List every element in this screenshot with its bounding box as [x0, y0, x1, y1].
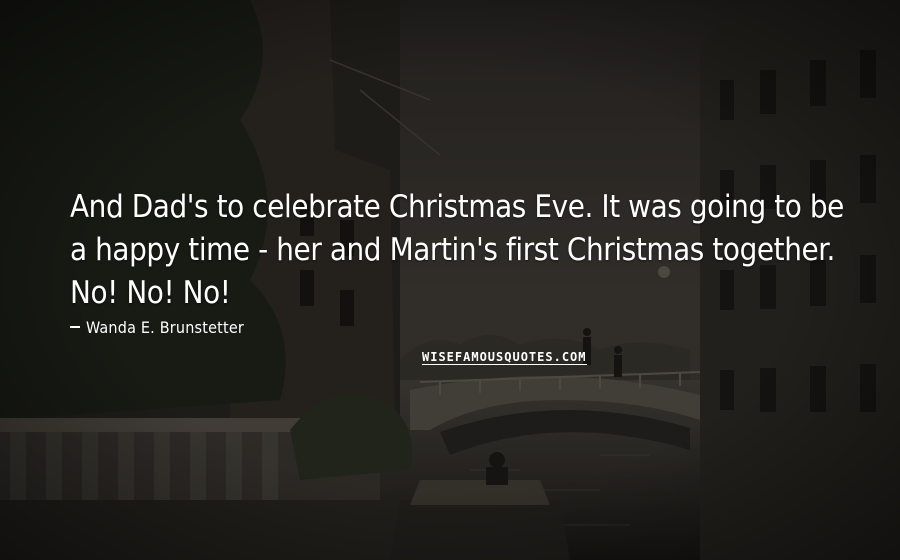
dash-icon: [70, 326, 80, 328]
author-attribution: Wanda E. Brunstetter: [70, 316, 244, 338]
quote-text: And Dad's to celebrate Christmas Eve. It…: [70, 189, 844, 311]
site-watermark: WISEFAMOUSQUOTES.COM: [422, 350, 587, 365]
author-name: Wanda E. Brunstetter: [86, 317, 245, 337]
quote-card: And Dad's to celebrate Christmas Eve. It…: [0, 0, 900, 560]
